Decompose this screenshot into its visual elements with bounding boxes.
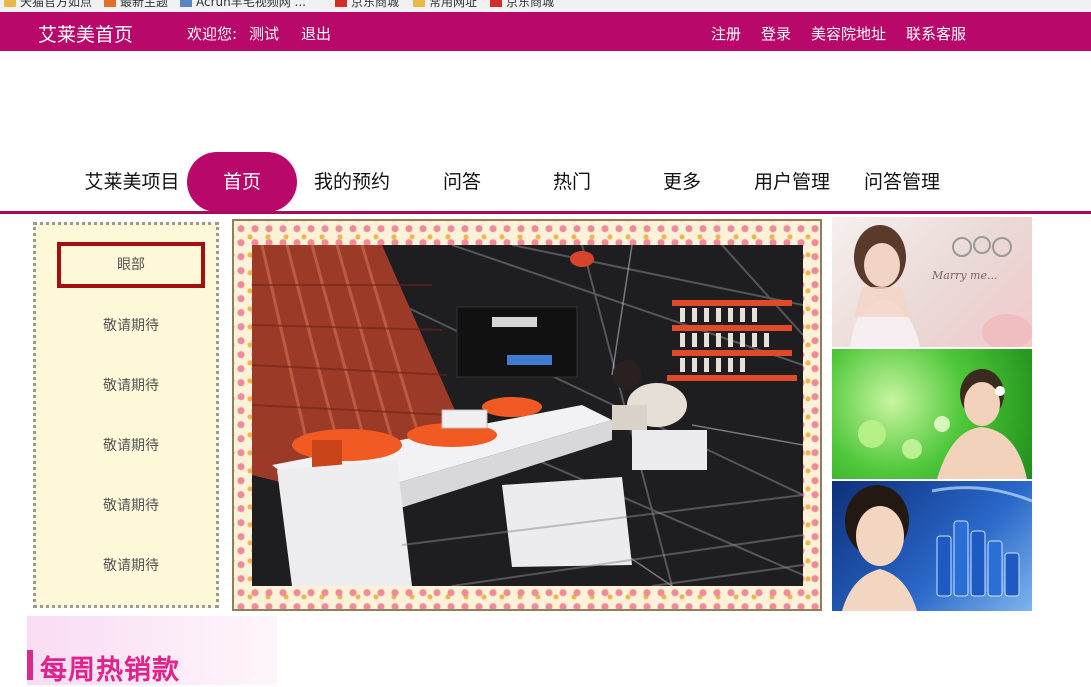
nav-item-home[interactable]: 首页 <box>187 152 297 212</box>
bookmark-label: 常用网址 <box>429 0 478 9</box>
side-item-eyes[interactable]: 眼部 <box>57 242 205 288</box>
nav-item-projects[interactable]: 艾莱美项目 <box>77 152 187 212</box>
nav-item-appointments[interactable]: 我的预约 <box>297 152 407 212</box>
bookmark-item[interactable]: 京东商城 <box>490 0 554 9</box>
address-link[interactable]: 美容院地址 <box>811 23 886 44</box>
salon-photo-frame <box>232 219 822 611</box>
bookmark-label: 京东商城 <box>351 0 400 9</box>
bookmark-label: 天猫官方如点 <box>20 0 93 9</box>
bookmark-label: Acrun羊毛视频网 ... <box>196 0 306 9</box>
salon-interior-image <box>252 245 803 586</box>
nav-item-qa[interactable]: 问答 <box>407 152 517 212</box>
username-link[interactable]: 测试 <box>249 23 279 44</box>
nav-item-more[interactable]: 更多 <box>627 152 737 212</box>
fire-icon <box>104 0 116 7</box>
bookmark-label: 京东商城 <box>506 0 555 9</box>
side-item-coming-soon[interactable]: 敬请期待 <box>57 363 205 409</box>
jd-icon <box>490 0 502 7</box>
top-right-links: 注册 登录 美容院地址 联系客服 <box>691 23 966 44</box>
bookmark-label: 最新主题 <box>120 0 169 9</box>
login-link[interactable]: 登录 <box>761 23 791 44</box>
side-item-coming-soon[interactable]: 敬请期待 <box>57 483 205 529</box>
side-menu: 眼部 敬请期待 敬请期待 敬请期待 敬请期待 敬请期待 <box>33 222 219 608</box>
green-skincare-ad-image <box>858 369 1027 479</box>
picture-icon <box>180 0 192 7</box>
nav-divider <box>0 211 1091 214</box>
side-item-coming-soon[interactable]: 敬请期待 <box>57 543 205 589</box>
weekly-bestsellers-banner: 每周热销款 <box>27 616 277 686</box>
side-item-coming-soon[interactable]: 敬请期待 <box>57 423 205 469</box>
bookmark-item[interactable]: 最新主题 <box>104 0 168 9</box>
nav-item-hot[interactable]: 热门 <box>517 152 627 212</box>
jd-icon <box>335 0 347 7</box>
folder-icon <box>4 0 16 7</box>
weekly-bestsellers-title: 每周热销款 <box>40 655 180 686</box>
ad-banner-wedding[interactable]: Marry me... <box>832 217 1032 347</box>
home-link[interactable]: 艾莱美首页 <box>38 20 133 47</box>
main-nav: 艾莱美项目 首页 我的预约 问答 热门 更多 用户管理 问答管理 <box>0 152 1091 212</box>
ad-script-text: Marry me... <box>932 269 998 282</box>
ad-banner-blue[interactable] <box>832 481 1032 611</box>
nav-item-user-admin[interactable]: 用户管理 <box>737 152 847 212</box>
logout-link[interactable]: 退出 <box>301 23 331 44</box>
folder-icon <box>413 0 425 7</box>
wedding-ad-image <box>850 225 1032 347</box>
service-link[interactable]: 联系客服 <box>906 23 966 44</box>
salon-photo <box>252 245 803 586</box>
top-bar: 艾莱美首页 欢迎您: 测试 退出 注册 登录 美容院地址 联系客服 <box>0 12 1091 51</box>
ad-banner-green[interactable] <box>832 349 1032 479</box>
bookmark-item[interactable]: 天猫官方如点 <box>4 0 92 9</box>
nav-item-qa-admin[interactable]: 问答管理 <box>847 152 957 212</box>
side-item-coming-soon[interactable]: 敬请期待 <box>57 303 205 349</box>
register-link[interactable]: 注册 <box>711 23 741 44</box>
bookmark-item[interactable]: 京东商城 <box>335 0 399 9</box>
bookmark-item[interactable]: 常用网址 <box>413 0 477 9</box>
bookmark-item[interactable]: Acrun羊毛视频网 ... <box>180 0 306 9</box>
banner-accent-bar <box>27 650 33 680</box>
blue-skincare-ad-image <box>842 485 1032 611</box>
welcome-text: 欢迎您: <box>187 25 238 43</box>
